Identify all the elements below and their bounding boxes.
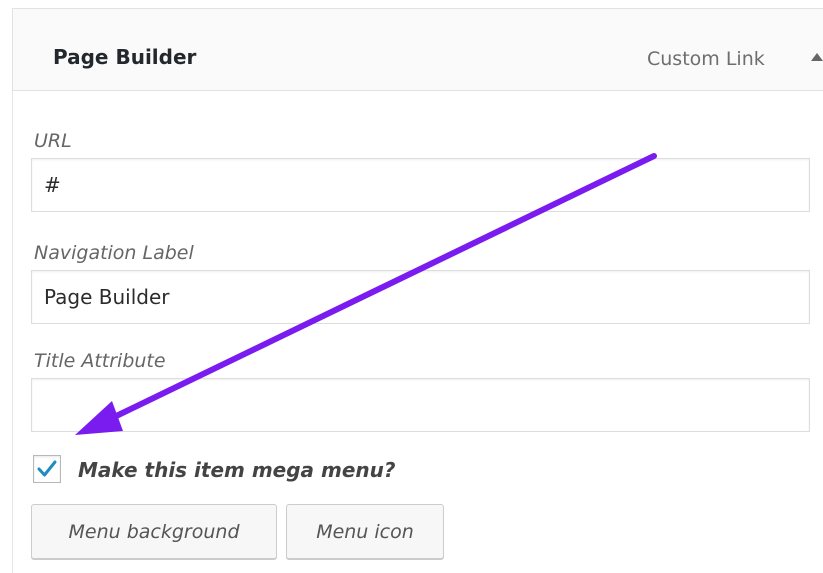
menu-icon-button[interactable]: Menu icon (286, 504, 444, 559)
collapse-toggle-button[interactable] (803, 43, 823, 71)
url-label: URL (34, 130, 72, 152)
menu-item-type: Custom Link (647, 48, 765, 70)
navigation-label-input[interactable] (31, 270, 810, 324)
url-input[interactable] (31, 158, 810, 212)
menu-item-settings-panel: Page Builder Custom Link URL Navigation … (0, 0, 823, 573)
title-attribute-input[interactable] (31, 378, 810, 432)
menu-item-header[interactable]: Page Builder Custom Link (12, 8, 823, 91)
title-attribute-label: Title Attribute (34, 350, 166, 372)
menu-background-button[interactable]: Menu background (31, 504, 277, 559)
checkmark-icon (37, 460, 57, 477)
mega-menu-checkbox[interactable] (33, 455, 61, 483)
mega-menu-label: Make this item mega menu? (78, 458, 396, 482)
menu-item-title: Page Builder (53, 45, 197, 69)
triangle-up-icon (811, 53, 823, 61)
navigation-label-label: Navigation Label (34, 242, 194, 264)
